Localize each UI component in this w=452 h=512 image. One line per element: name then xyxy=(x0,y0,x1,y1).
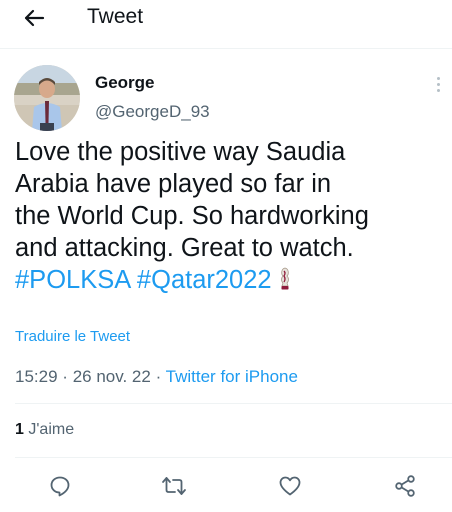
profile-photo xyxy=(14,65,80,131)
arrow-left-icon xyxy=(24,9,45,27)
meta-separator: · xyxy=(62,367,68,386)
tweet-text-line: and attacking. Great to watch. xyxy=(15,234,354,262)
reply-button[interactable] xyxy=(45,471,75,501)
more-options-button[interactable] xyxy=(430,72,446,96)
meta-separator: · xyxy=(155,367,162,386)
retweet-button[interactable] xyxy=(159,471,189,501)
reply-icon xyxy=(50,476,70,497)
likes-label: J'aime xyxy=(28,421,75,438)
divider xyxy=(15,457,452,458)
likes-count[interactable]: 1 J'aime xyxy=(15,421,74,439)
author-handle[interactable]: @GeorgeD_93 xyxy=(95,102,210,122)
hashtag-line: #POLKSA #Qatar2022 xyxy=(15,264,440,296)
back-button[interactable] xyxy=(18,4,50,32)
tweet-source-link[interactable]: Twitter for iPhone xyxy=(166,367,298,386)
world-cup-trophy-icon xyxy=(280,267,289,290)
avatar[interactable] xyxy=(14,65,80,131)
tweet-text-line: Arabia have played so far in xyxy=(15,170,332,198)
page-title: Tweet xyxy=(87,5,144,28)
top-bar: Tweet xyxy=(0,0,452,40)
tweet-text: Love the positive way Saudia Arabia have… xyxy=(15,136,440,296)
tweet-text-line: Love the positive way Saudia xyxy=(15,138,346,166)
likes-number: 1 xyxy=(15,421,24,438)
more-dot-icon xyxy=(436,82,440,86)
translate-tweet-link[interactable]: Traduire le Tweet xyxy=(15,328,130,345)
like-icon xyxy=(279,476,301,496)
tweet-date[interactable]: 26 nov. 22 xyxy=(73,367,151,386)
tweet-text-line: the World Cup. So hardworking xyxy=(15,202,369,230)
author-name[interactable]: George xyxy=(95,73,155,93)
like-button[interactable] xyxy=(275,471,305,501)
header-divider xyxy=(0,48,452,49)
more-dot-icon xyxy=(436,88,440,92)
divider xyxy=(15,403,452,404)
tweet-time[interactable]: 15:29 xyxy=(15,367,58,386)
share-icon xyxy=(395,475,415,497)
retweet-icon xyxy=(162,477,186,495)
share-button[interactable] xyxy=(390,471,420,501)
hashtag-link[interactable]: #POLKSA xyxy=(15,266,130,294)
tweet-meta: 15:29 · 26 nov. 22 · Twitter for iPhone xyxy=(15,367,298,387)
hashtag-link[interactable]: #Qatar2022 xyxy=(137,266,272,294)
more-dot-icon xyxy=(436,76,440,80)
